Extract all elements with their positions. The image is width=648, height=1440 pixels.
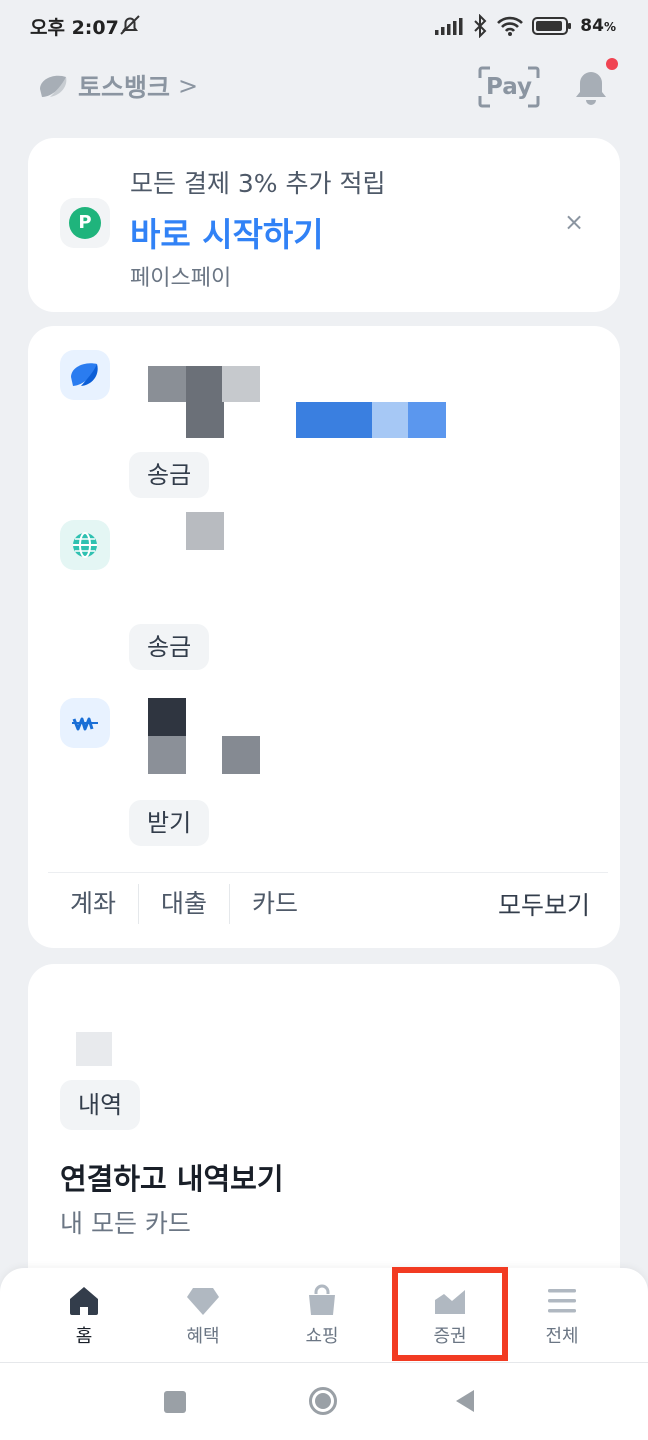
pay-button[interactable]: Pay <box>478 66 540 108</box>
pay-label: Pay <box>485 74 533 100</box>
redacted-block <box>296 402 372 438</box>
view-all-button[interactable]: 모두보기 <box>498 886 608 922</box>
won-account-icon <box>60 698 110 748</box>
bottom-tab-bar: 홈 혜택 쇼핑 증권 전체 <box>0 1268 648 1362</box>
close-icon[interactable]: × <box>562 210 586 234</box>
recent-apps-icon[interactable] <box>164 1391 186 1413</box>
chevron-right-icon: > <box>178 72 199 100</box>
menu-icon <box>548 1289 576 1313</box>
redacted-block <box>148 698 186 736</box>
bell-icon <box>576 72 606 105</box>
promo-title[interactable]: 바로 시작하기 <box>130 208 324 256</box>
highlight-box <box>392 1267 508 1361</box>
redacted-block <box>186 512 224 550</box>
tab-shopping[interactable]: 쇼핑 <box>267 1268 377 1362</box>
battery-percent: 84% <box>580 16 616 36</box>
tab-home[interactable]: 홈 <box>29 1268 139 1362</box>
app-header: 토스뱅크 > Pay <box>0 58 648 116</box>
tab-label: 혜택 <box>186 1326 220 1347</box>
tab-label: 전체 <box>545 1326 579 1347</box>
account-tabs: 계좌 대출 카드 모두보기 <box>48 872 608 934</box>
cards-card[interactable]: 내역 연결하고 내역보기 내 모든 카드 <box>28 964 620 1294</box>
transfer-button[interactable]: 송금 <box>129 452 210 498</box>
promo-subtitle: 모든 결제 3% 추가 적립 <box>130 169 386 198</box>
status-icons: 84% <box>434 12 616 40</box>
redacted-block <box>408 402 446 438</box>
system-nav-bar <box>0 1362 648 1440</box>
bell-off-icon <box>120 15 140 35</box>
shopping-bag-icon <box>309 1284 335 1315</box>
notification-button[interactable] <box>566 58 618 112</box>
redacted-block <box>76 1032 112 1066</box>
bluetooth-icon <box>474 14 487 38</box>
tab-cards[interactable]: 카드 <box>230 884 320 924</box>
toss-logo-icon <box>40 75 67 97</box>
signal-icon <box>435 18 463 35</box>
toss-account-icon <box>60 350 110 400</box>
cards-subtitle: 내 모든 카드 <box>60 1209 191 1238</box>
promo-source: 페이스페이 <box>130 266 232 291</box>
cards-title: 연결하고 내역보기 <box>60 1162 284 1196</box>
won-icon <box>69 709 101 737</box>
tab-label: 쇼핑 <box>305 1326 339 1347</box>
promo-card[interactable]: P 모든 결제 3% 추가 적립 바로 시작하기 페이스페이 × <box>28 138 620 312</box>
receive-button[interactable]: 받기 <box>129 800 210 846</box>
tab-label: 홈 <box>75 1326 93 1347</box>
promo-icon: P <box>60 198 110 248</box>
tab-loans[interactable]: 대출 <box>139 884 229 924</box>
home-icon <box>70 1287 98 1315</box>
status-time: 오후 2:07 <box>30 17 119 39</box>
toss-logo-icon <box>71 363 98 386</box>
redacted-block <box>222 366 260 402</box>
redacted-block <box>186 366 224 438</box>
wifi-icon <box>497 16 524 36</box>
tab-benefits[interactable]: 혜택 <box>148 1268 258 1362</box>
pay-circle-icon: P <box>69 207 101 239</box>
accounts-card: 송금 송금 받기 계좌 대출 카드 모두보기 <box>28 326 620 948</box>
globe-icon <box>73 532 97 558</box>
redacted-block <box>148 366 188 402</box>
brand-label: 토스뱅크 <box>78 73 171 102</box>
battery-icon <box>532 17 572 35</box>
back-icon[interactable] <box>456 1390 474 1412</box>
home-circle-icon[interactable] <box>309 1387 337 1415</box>
history-tag[interactable]: 내역 <box>60 1080 141 1130</box>
redacted-block <box>148 736 186 774</box>
redacted-block <box>222 736 260 774</box>
tab-all[interactable]: 전체 <box>507 1268 617 1362</box>
diamond-icon <box>187 1288 219 1315</box>
status-bar: 오후 2:07 84% <box>0 0 648 52</box>
brand-link[interactable]: 토스뱅크 > <box>36 68 198 104</box>
transfer-button[interactable]: 송금 <box>129 624 210 670</box>
foreign-account-icon <box>60 520 110 570</box>
notification-dot <box>606 58 618 70</box>
redacted-block <box>372 402 410 438</box>
tab-accounts[interactable]: 계좌 <box>48 884 138 924</box>
